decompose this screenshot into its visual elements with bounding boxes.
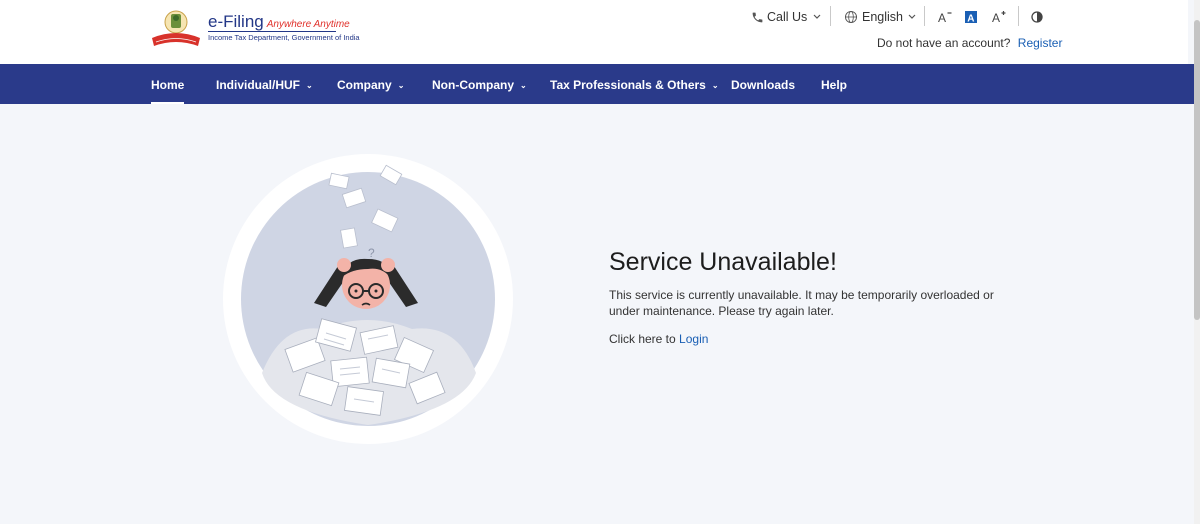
account-prompt: Do not have an account? (877, 36, 1011, 50)
default-font-button[interactable]: A (965, 8, 977, 26)
svg-text:A: A (938, 11, 946, 24)
decrease-font-button[interactable]: A (938, 8, 952, 26)
error-message-panel: Service Unavailable! This service is cur… (609, 248, 1029, 346)
logo-department: Income Tax Department, Government of Ind… (208, 33, 360, 42)
page-title: Service Unavailable! (609, 248, 837, 276)
toolbar-divider (1018, 6, 1019, 26)
top-header: e-Filing Anywhere Anytime Income Tax Depa… (0, 0, 1188, 64)
phone-icon (752, 12, 763, 22)
logo-title: e-Filing Anywhere Anytime (208, 12, 350, 31)
chevron-down-icon (908, 14, 916, 19)
call-us-dropdown[interactable]: Call Us (751, 8, 822, 26)
chevron-down-icon: ⌄ (711, 81, 719, 90)
efiling-logo[interactable]: e-Filing Anywhere Anytime Income Tax Depa… (150, 8, 360, 50)
svg-text:A: A (992, 11, 1000, 24)
toolbar-divider (830, 6, 831, 26)
nav-item-label: Individual/HUF (216, 78, 300, 92)
main-navigation: Home Individual/HUF ⌄ Company ⌄ Non-Compan… (0, 64, 1194, 104)
emblem-icon (152, 10, 200, 46)
chevron-down-icon: ⌄ (397, 81, 405, 90)
nav-item-help[interactable]: Help (821, 64, 847, 104)
decrease-font-icon: A (938, 11, 952, 24)
login-prompt: Click here to Login (609, 332, 1029, 346)
chevron-down-icon: ⌄ (306, 81, 313, 90)
contrast-toggle[interactable] (1031, 8, 1043, 26)
nav-item-non-company[interactable]: Non-Company ⌄ (432, 64, 527, 104)
logo-tagline: Anywhere Anytime (266, 19, 350, 30)
account-prompt-row: Do not have an account? Register (877, 36, 1062, 50)
increase-font-icon: A (992, 11, 1006, 24)
nav-item-tax-professionals[interactable]: Tax Professionals & Others ⌄ (550, 64, 719, 104)
nav-item-downloads[interactable]: Downloads (731, 64, 795, 104)
overwhelmed-person-illustration: ? (223, 154, 513, 444)
nav-item-label: Tax Professionals & Others (550, 78, 706, 92)
call-us-label: Call Us (767, 10, 808, 24)
chevron-down-icon: ⌄ (520, 81, 527, 90)
increase-font-button[interactable]: A (992, 8, 1006, 26)
svg-text:?: ? (368, 246, 375, 260)
login-prefix: Click here to (609, 332, 676, 346)
register-link[interactable]: Register (1018, 36, 1063, 50)
login-link[interactable]: Login (679, 332, 708, 346)
language-dropdown[interactable]: English (844, 8, 917, 26)
nav-item-company[interactable]: Company ⌄ (337, 64, 404, 104)
toolbar-divider (924, 6, 925, 26)
scrollbar-thumb[interactable] (1194, 20, 1200, 320)
nav-item-home[interactable]: Home (151, 64, 185, 104)
error-description: This service is currently unavailable. I… (609, 288, 994, 318)
default-font-icon: A (965, 11, 977, 23)
logo-divider (208, 31, 336, 32)
nav-item-label: Non-Company (432, 78, 514, 92)
nav-item-label: Downloads (731, 78, 796, 92)
chevron-down-icon (813, 14, 821, 19)
nav-item-individual-huf[interactable]: Individual/HUF ⌄ (216, 64, 313, 104)
language-label: English (862, 10, 903, 24)
nav-item-label: Home (151, 78, 185, 92)
nav-item-label: Help (821, 78, 848, 92)
svg-text:A: A (967, 13, 974, 23)
nav-item-label: Company (337, 78, 392, 92)
contrast-icon (1031, 11, 1043, 23)
globe-icon (844, 10, 858, 24)
